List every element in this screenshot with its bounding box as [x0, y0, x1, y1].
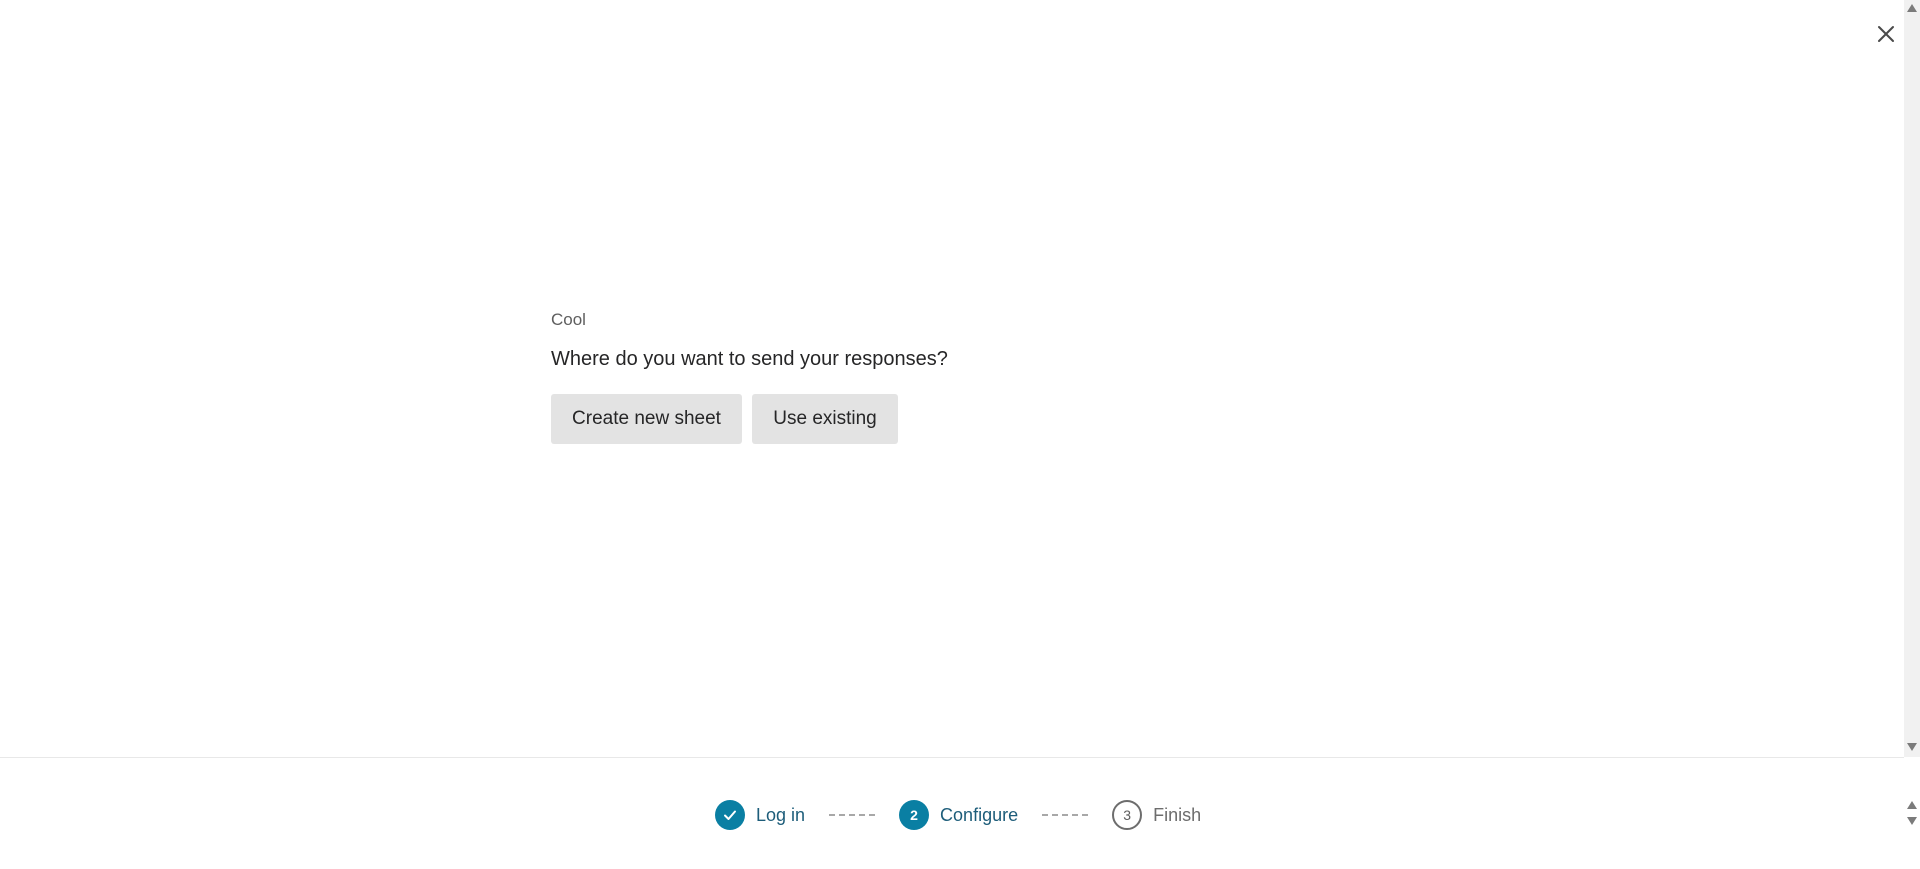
- step-connector: [829, 814, 876, 816]
- step-done-badge: [715, 800, 745, 830]
- step-number-badge: 2: [899, 800, 930, 830]
- scroll-up-icon[interactable]: [1907, 801, 1917, 809]
- step-connector: [1042, 814, 1089, 816]
- question-text: Where do you want to send your responses…: [551, 348, 948, 370]
- progress-stepper: Log in 2 Configure 3 Finish: [715, 799, 1201, 831]
- close-icon: [1878, 26, 1894, 42]
- footer-scrollbar[interactable]: [1904, 757, 1920, 869]
- eyebrow-text: Cool: [551, 310, 586, 329]
- step-label-configure: Configure: [940, 805, 1019, 825]
- main-area: Cool Where do you want to send your resp…: [0, 0, 1904, 757]
- step-finish: 3 Finish: [1112, 799, 1201, 831]
- main-scrollbar[interactable]: [1904, 0, 1920, 757]
- close-button[interactable]: [1872, 20, 1900, 48]
- answer-buttons: Create new sheet Use existing: [551, 394, 1351, 444]
- step-label-log-in: Log in: [756, 805, 806, 825]
- scroll-up-icon[interactable]: [1907, 4, 1917, 12]
- checkmark-icon: [724, 810, 736, 820]
- step-configure: 2 Configure: [899, 799, 1018, 831]
- step-number-badge: 3: [1112, 800, 1143, 830]
- step-log-in: Log in: [715, 799, 805, 831]
- scroll-down-icon[interactable]: [1907, 817, 1917, 825]
- scroll-down-icon[interactable]: [1907, 743, 1917, 751]
- use-existing-button[interactable]: Use existing: [752, 394, 898, 444]
- question-panel: Cool Where do you want to send your resp…: [551, 308, 1351, 444]
- footer: Log in 2 Configure 3 Finish: [0, 757, 1904, 869]
- step-label-finish: Finish: [1153, 805, 1202, 825]
- create-new-sheet-button[interactable]: Create new sheet: [551, 394, 742, 444]
- page: Cool Where do you want to send your resp…: [0, 0, 1920, 869]
